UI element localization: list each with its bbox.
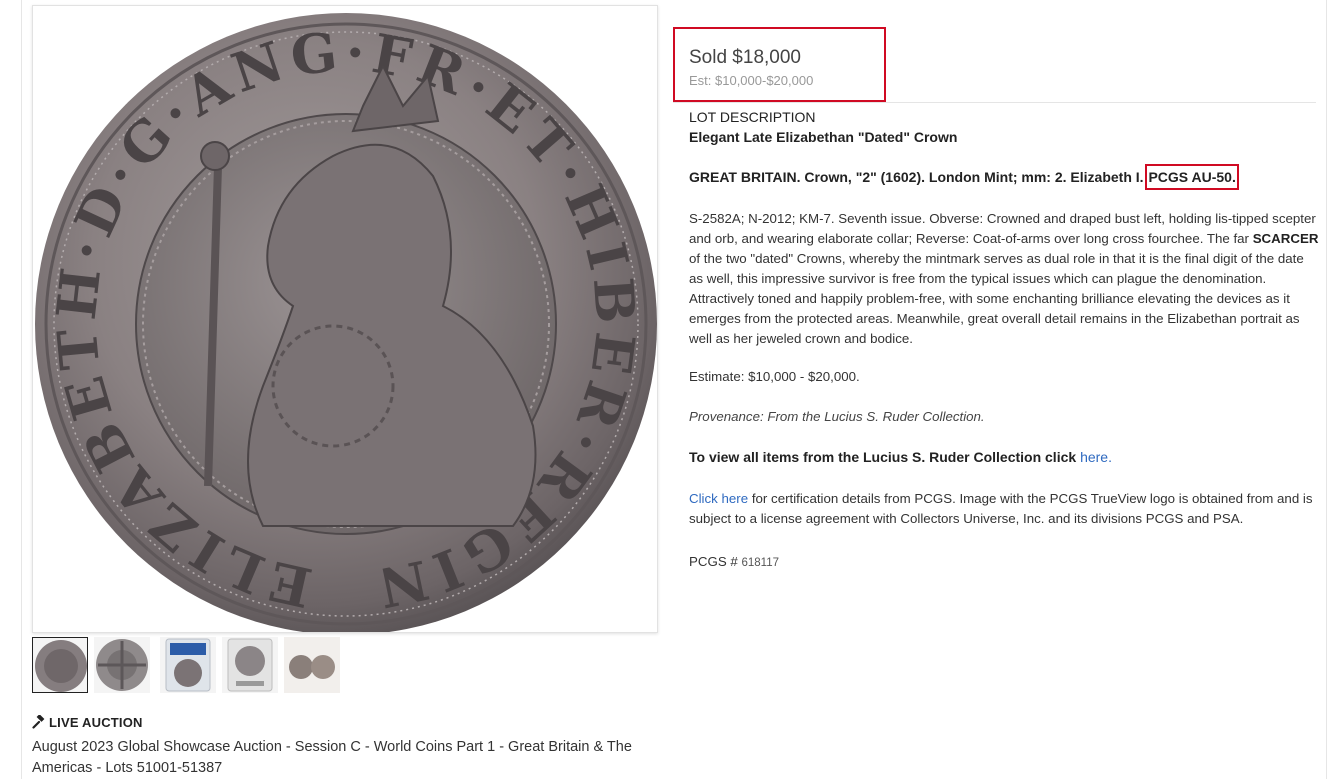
pcgs-number: 618117 xyxy=(741,557,780,569)
lot-description: S-2582A; N-2012; KM-7. Seventh issue. Ob… xyxy=(689,209,1319,349)
live-auction-text: LIVE AUCTION xyxy=(49,715,143,730)
pcgs-label: PCGS # xyxy=(689,554,738,569)
collection-line: To view all items from the Lucius S. Rud… xyxy=(689,449,1112,465)
thumbnail-image xyxy=(284,637,340,693)
provenance: Provenance: From the Lucius S. Ruder Col… xyxy=(689,409,985,424)
live-auction-label: LIVE AUCTION xyxy=(32,715,143,730)
page-frame-right xyxy=(1326,0,1327,779)
gavel-icon xyxy=(32,715,45,729)
grade-highlight: PCGS AU-50. xyxy=(1145,164,1239,190)
thumbnail-pair[interactable] xyxy=(284,637,340,693)
main-coin-image[interactable]: ELIZABETH·D·G·ANG·FR·ET·HIBER·REGINA· 2 xyxy=(32,5,658,633)
thumbnail-slab-front[interactable] xyxy=(160,637,216,693)
certification-details: for certification details from PCGS. Ima… xyxy=(689,491,1313,526)
lot-heading-text: GREAT BRITAIN. Crown, "2" (1602). London… xyxy=(689,169,1144,185)
estimate-line: Estimate: $10,000 - $20,000. xyxy=(689,369,860,384)
collection-text: To view all items from the Lucius S. Rud… xyxy=(689,449,1077,465)
pcgs-number-line: PCGS # 618117 xyxy=(689,554,779,569)
estimate-range: Est: $10,000-$20,000 xyxy=(689,73,814,88)
sold-price: Sold $18,000 xyxy=(689,47,801,68)
description-emphasis: SCARCER xyxy=(1252,231,1319,246)
certification-link[interactable]: Click here xyxy=(689,491,748,506)
lot-description-heading: LOT DESCRIPTION xyxy=(689,109,816,125)
lot-heading-line: GREAT BRITAIN. Crown, "2" (1602). London… xyxy=(689,164,1239,190)
description-text-1: S-2582A; N-2012; KM-7. Seventh issue. Ob… xyxy=(689,211,1316,246)
thumbnail-reverse[interactable] xyxy=(94,637,150,693)
collection-link[interactable]: here. xyxy=(1080,449,1112,465)
thumbnail-slab-back[interactable] xyxy=(222,637,278,693)
divider xyxy=(673,102,1316,103)
thumbnail-image xyxy=(96,639,148,691)
thumbnail-image xyxy=(165,638,211,692)
thumbnail-image xyxy=(227,638,273,692)
auction-title[interactable]: August 2023 Global Showcase Auction - Se… xyxy=(32,737,672,779)
lot-title: Elegant Late Elizabethan "Dated" Crown xyxy=(689,129,958,145)
description-text-2: of the two "dated" Crowns, whereby the m… xyxy=(689,251,1304,346)
certification-text: Click here for certification details fro… xyxy=(689,489,1319,529)
coin-obverse-image: ELIZABETH·D·G·ANG·FR·ET·HIBER·REGINA· 2 xyxy=(33,6,657,632)
thumbnail-image xyxy=(35,640,87,692)
thumbnail-obverse[interactable] xyxy=(32,637,88,693)
page-frame-left xyxy=(21,0,22,779)
